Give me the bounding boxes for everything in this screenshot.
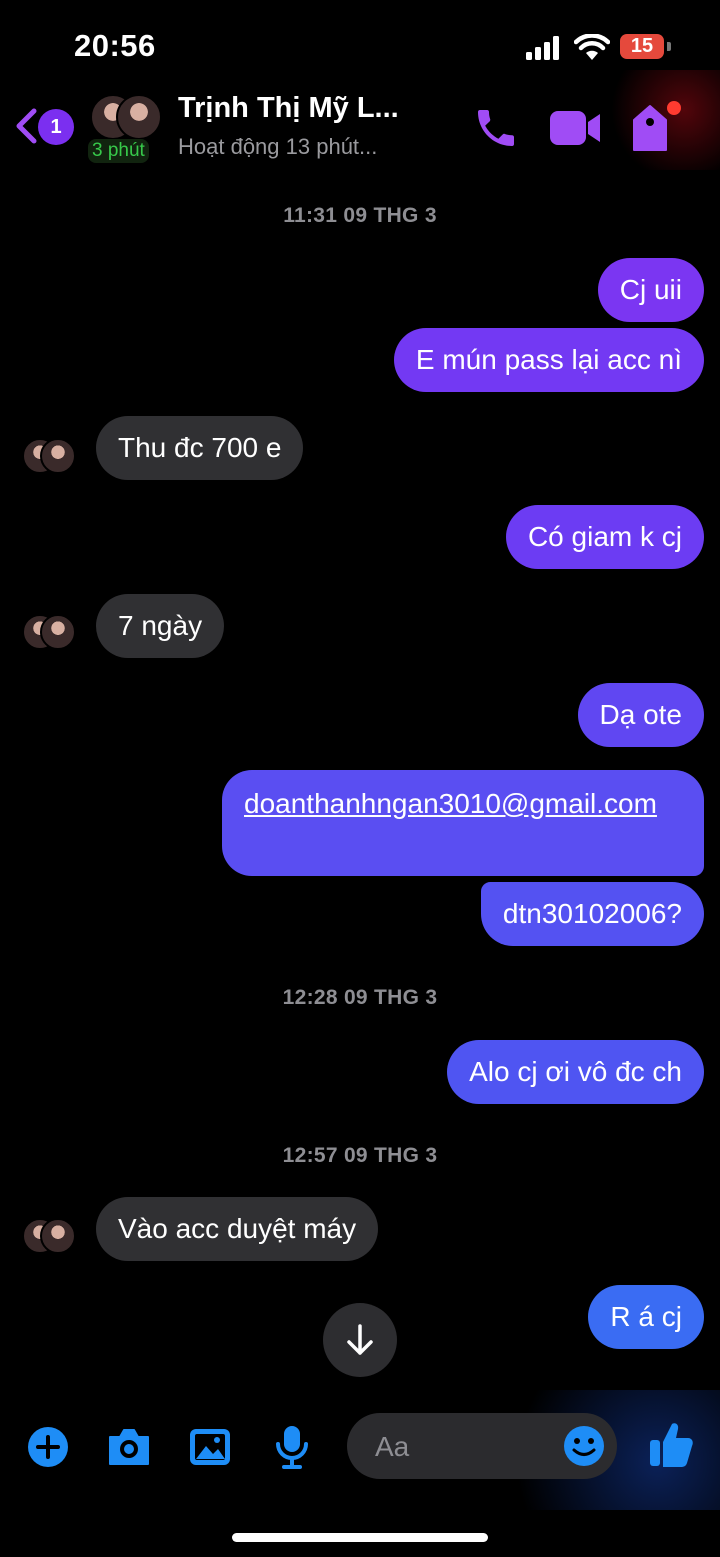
phone-call-icon[interactable] [472,104,520,152]
email-link[interactable]: doanthanhngan3010@gmail.com [244,788,657,819]
status-time: 20:56 [74,28,156,63]
sender-avatar[interactable] [22,1210,76,1262]
unread-badge: 1 [38,109,74,145]
plus-icon[interactable] [27,1426,69,1468]
cellular-signal-icon [526,36,559,60]
video-call-icon[interactable] [548,108,602,148]
camera-icon[interactable] [106,1427,152,1467]
home-indicator [232,1533,488,1542]
message-incoming[interactable]: Vào acc duyệt máy [96,1197,379,1261]
battery-tip [667,42,671,51]
sender-avatar[interactable] [22,430,76,482]
thumbs-up-icon[interactable] [648,1420,694,1468]
emoji-icon[interactable] [563,1425,605,1467]
wifi-icon [574,34,610,60]
message-incoming[interactable]: Thu đc 700 e [96,416,304,480]
contact-name[interactable]: Trịnh Thị Mỹ L... [178,92,399,125]
message-outgoing-email[interactable]: doanthanhngan3010@gmail.com [222,770,704,876]
message-composer[interactable] [347,1413,617,1479]
active-time-badge: 3 phút [88,139,149,163]
scroll-to-bottom-button[interactable] [323,1303,397,1377]
message-incoming[interactable]: 7 ngày [96,594,225,658]
microphone-icon[interactable] [274,1424,310,1470]
contact-avatar[interactable] [90,92,162,142]
battery-icon: 15 [620,34,664,59]
message-outgoing[interactable]: Dạ ote [577,683,704,747]
chevron-left-icon [16,108,37,144]
timestamp: 11:31 09 THG 3 [283,204,437,227]
price-tag-icon[interactable] [628,100,686,154]
battery-level: 15 [630,35,654,57]
message-outgoing[interactable]: E mún pass lại acc nì [393,328,704,392]
message-outgoing[interactable]: R á cj [588,1285,704,1349]
back-button[interactable]: 1 [14,103,76,149]
arrow-down-icon [347,1324,373,1355]
message-outgoing[interactable]: dtn30102006? [480,882,704,946]
message-input[interactable] [373,1423,557,1471]
timestamp: 12:57 09 THG 3 [282,1144,438,1167]
message-outgoing[interactable]: Alo cj ơi vô đc ch [447,1040,704,1104]
message-outgoing[interactable]: Cj uii [597,258,704,322]
message-outgoing[interactable]: Có giam k cj [505,505,704,569]
timestamp: 12:28 09 THG 3 [282,986,438,1009]
sender-avatar[interactable] [22,606,76,658]
contact-status: Hoạt động 13 phút... [178,134,378,159]
gallery-icon[interactable] [188,1426,232,1468]
